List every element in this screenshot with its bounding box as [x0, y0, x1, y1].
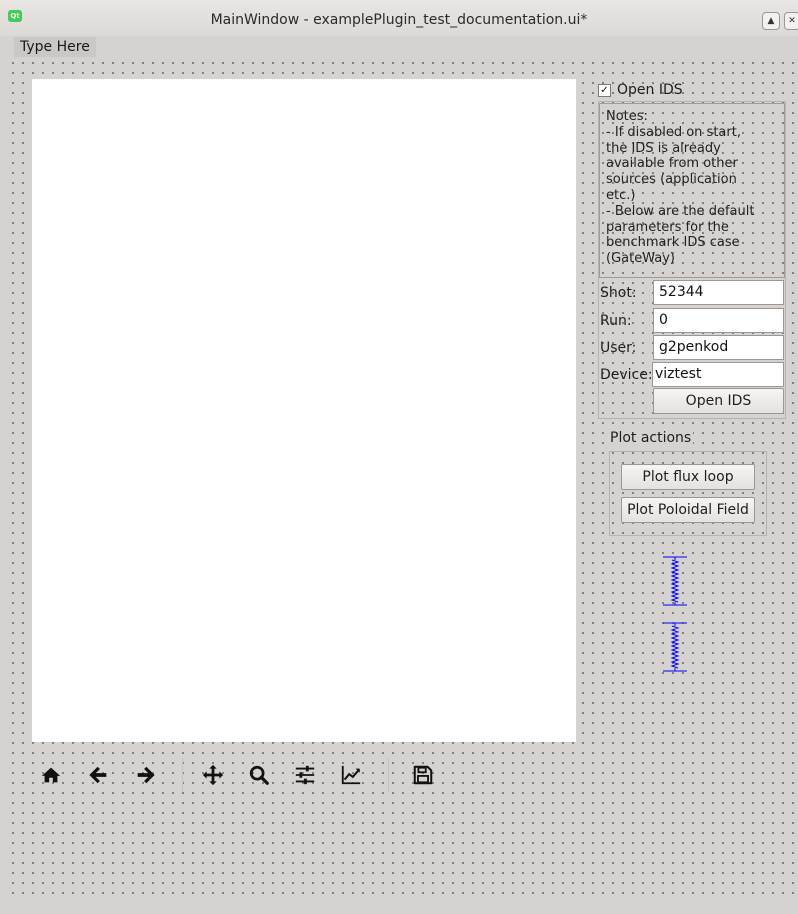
plot-flux-loop-button[interactable]: Plot flux loop — [621, 464, 755, 490]
menu-bar: Type Here — [8, 36, 798, 58]
notes-line: sources (application — [606, 172, 737, 188]
notes-line: - If disabled on start, — [606, 124, 741, 140]
save-icon[interactable] — [408, 760, 438, 790]
maximize-icon[interactable]: ▲ — [762, 12, 780, 30]
pan-icon[interactable] — [198, 760, 228, 790]
notes-line: the IDS is already — [606, 140, 721, 156]
open-ids-button[interactable]: Open IDS — [653, 388, 784, 414]
notes-line: parameters for the — [606, 219, 729, 235]
notes-line: available from other — [606, 156, 738, 172]
run-input[interactable]: 0 — [653, 308, 784, 333]
toolbar-separator — [388, 758, 389, 792]
shot-input[interactable]: 52344 — [653, 280, 784, 305]
notes-line: benchmark IDS case — [606, 235, 740, 251]
notes-line: etc.) — [606, 187, 636, 203]
forward-arrow-icon[interactable] — [130, 760, 160, 790]
window-title: MainWindow - examplePlugin_test_document… — [210, 12, 588, 28]
notes-line: (GateWay) — [606, 251, 675, 267]
back-arrow-icon[interactable] — [84, 760, 114, 790]
user-label: User: — [600, 340, 637, 356]
edit-axis-icon[interactable] — [336, 760, 366, 790]
navigation-toolbar — [32, 752, 576, 796]
menu-item-type-here[interactable]: Type Here — [14, 37, 96, 57]
user-input[interactable]: g2penkod — [653, 335, 784, 360]
notes-text: Notes: - If disabled on start, the IDS i… — [599, 103, 785, 278]
vertical-spacer-icon — [663, 556, 687, 606]
configure-subplots-icon[interactable] — [290, 760, 320, 790]
plot-actions-title: Plot actions — [608, 430, 694, 446]
plot-canvas[interactable] — [32, 79, 576, 742]
notes-line: Notes: — [606, 109, 648, 124]
open-ids-checkbox-label: Open IDS — [617, 82, 683, 98]
device-input[interactable]: viztest — [652, 362, 784, 387]
run-label: Run: — [600, 313, 632, 329]
shot-label: Shot: — [600, 285, 637, 301]
open-ids-checkbox-row[interactable]: ✓ Open IDS — [598, 80, 683, 100]
notes-line: - Below are the default — [606, 203, 755, 219]
title-bar: Qt MainWindow - examplePlugin_test_docum… — [0, 0, 798, 36]
vertical-spacer-icon — [663, 622, 687, 672]
zoom-icon[interactable] — [244, 760, 274, 790]
device-label: Device: — [600, 367, 653, 383]
close-icon[interactable]: ✕ — [784, 12, 798, 30]
plot-poloidal-field-button[interactable]: Plot Poloidal Field — [621, 497, 755, 523]
open-ids-checkbox[interactable]: ✓ — [598, 83, 611, 97]
home-icon[interactable] — [36, 760, 66, 790]
toolbar-separator — [182, 758, 183, 792]
